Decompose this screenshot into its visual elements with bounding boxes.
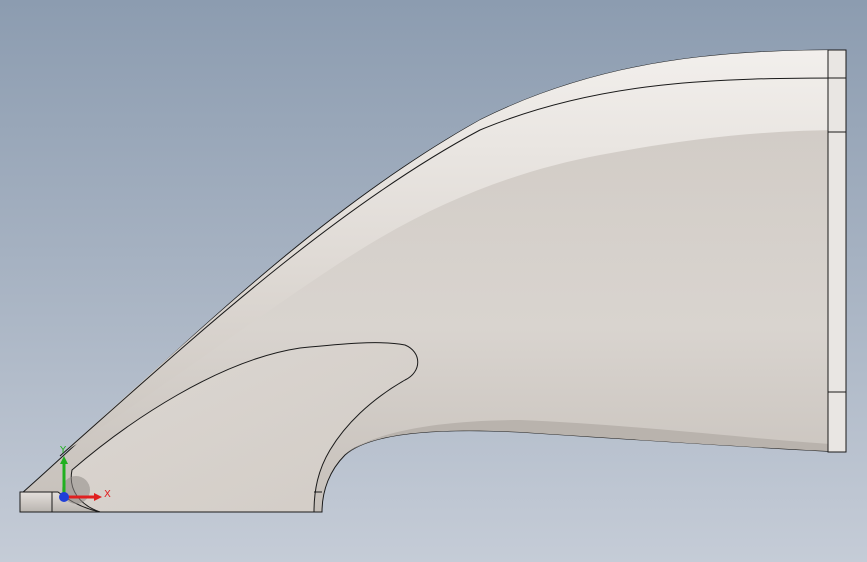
model-view[interactable]: Y X [0,0,867,562]
graphics-viewport[interactable]: Y X [0,0,867,562]
triad-x-label: X [104,489,111,500]
triad-y-label: Y [59,445,67,456]
triad-z-axis-dot [59,492,69,502]
